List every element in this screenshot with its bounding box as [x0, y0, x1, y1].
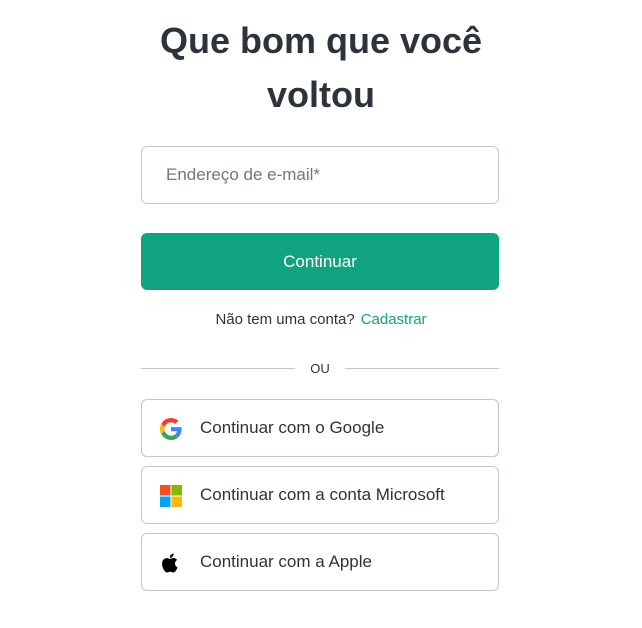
microsoft-login-button[interactable]: Continuar com a conta Microsoft: [141, 466, 499, 524]
google-login-label: Continuar com o Google: [200, 418, 385, 437]
signup-row: Não tem uma conta? Cadastrar: [0, 311, 642, 329]
email-field[interactable]: [141, 146, 499, 204]
page-title: Que bom que você voltou: [0, 14, 642, 122]
apple-login-button[interactable]: Continuar com a Apple: [141, 533, 499, 591]
apple-login-label: Continuar com a Apple: [200, 552, 372, 571]
microsoft-icon: [160, 485, 182, 507]
google-login-button[interactable]: Continuar com o Google: [141, 399, 499, 457]
page-title-line-1: Que bom que você: [159, 20, 483, 61]
divider-line-right: [345, 368, 499, 369]
signup-link[interactable]: Cadastrar: [361, 311, 427, 328]
or-divider: OU: [141, 359, 499, 379]
microsoft-login-label: Continuar com a conta Microsoft: [200, 485, 445, 504]
continue-button[interactable]: Continuar: [141, 233, 499, 290]
divider-text: OU: [310, 361, 330, 376]
page-title-line-2: voltou: [267, 74, 375, 115]
apple-icon: [162, 553, 178, 573]
signup-prompt: Não tem uma conta?: [215, 311, 355, 328]
google-icon: [160, 418, 182, 440]
login-page: Que bom que você voltou Continuar Não te…: [0, 0, 642, 628]
